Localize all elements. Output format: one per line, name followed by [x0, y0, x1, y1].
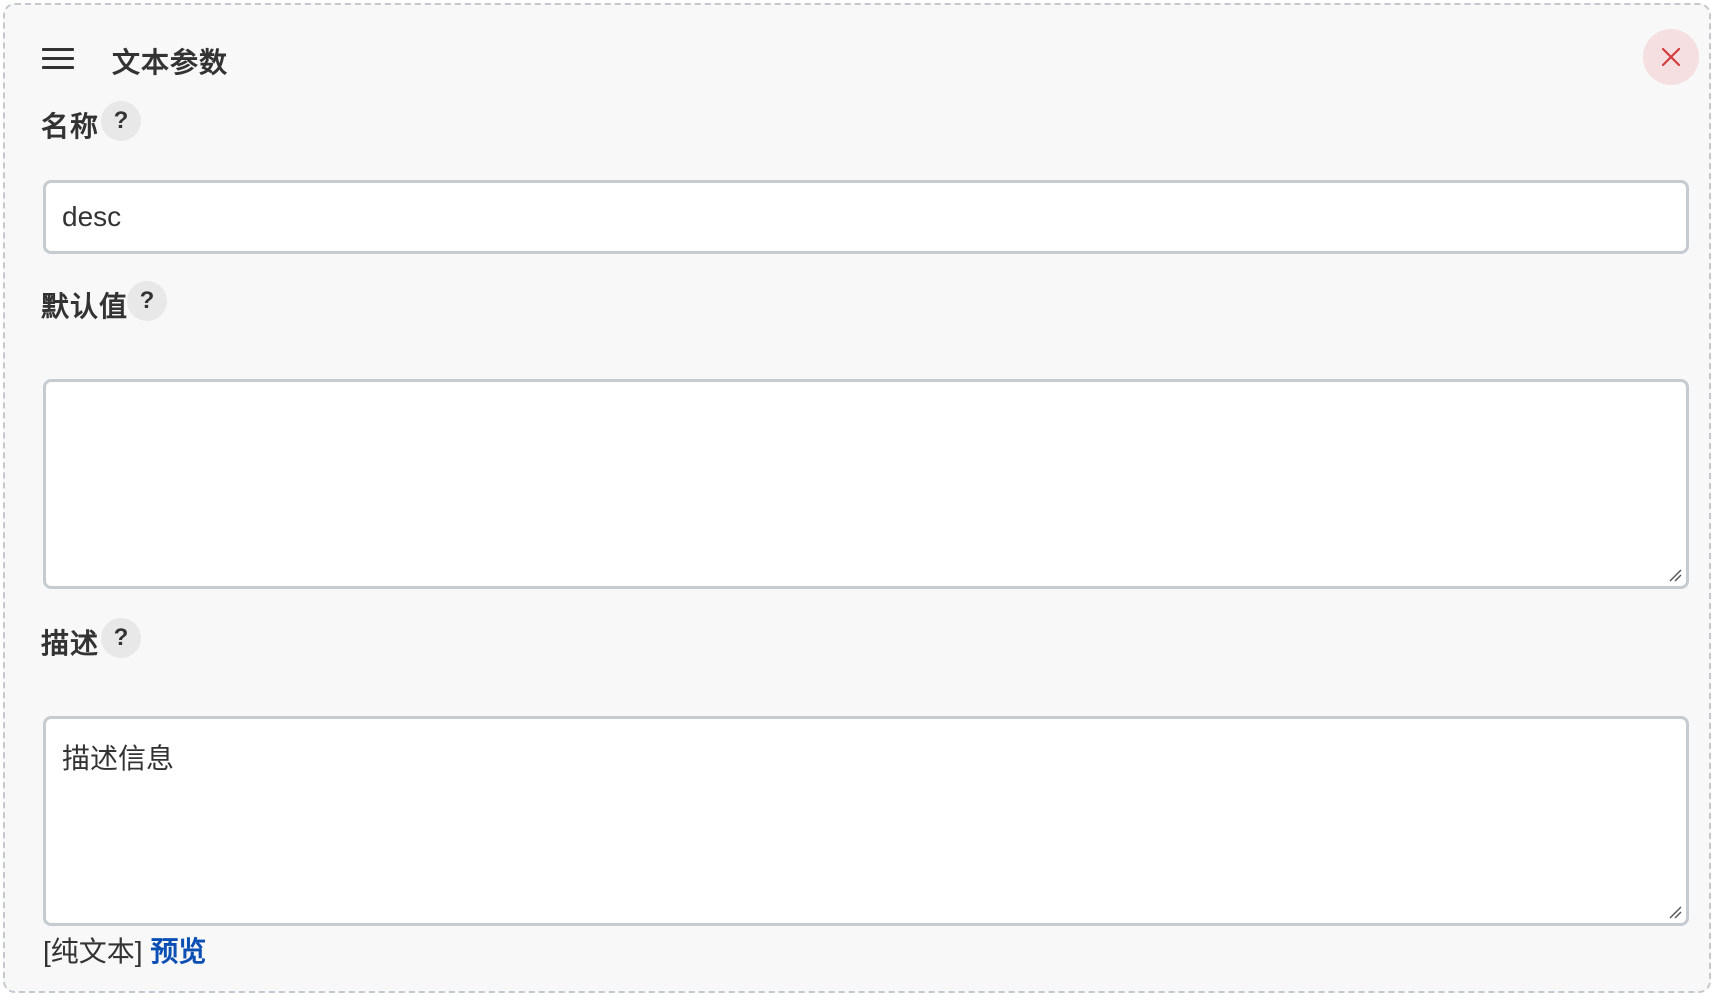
description-label: 描述 [41, 628, 100, 659]
panel-title: 文本参数 [112, 47, 229, 78]
default-value-label: 默认值 [41, 291, 129, 322]
close-x-icon [1662, 48, 1680, 66]
name-help-icon[interactable]: ? [101, 101, 141, 141]
resize-grip-icon[interactable] [1668, 905, 1682, 919]
default-value-help-icon[interactable]: ? [127, 281, 167, 321]
preview-link[interactable]: 预览 [150, 936, 206, 967]
close-button[interactable] [1643, 29, 1699, 85]
name-input[interactable]: desc [43, 180, 1689, 254]
name-label: 名称 [41, 111, 100, 142]
panel-header: 文本参数 [5, 5, 1709, 109]
format-label: [纯文本] [43, 936, 143, 967]
description-textarea[interactable]: 描述信息 [43, 716, 1689, 926]
description-help-icon[interactable]: ? [101, 618, 141, 658]
default-value-textarea[interactable] [43, 379, 1689, 589]
format-footer: [纯文本] 预览 [43, 930, 206, 970]
parameter-panel: 文本参数 名称 ? desc 默认值 ? 描述 ? 描述信息 [纯文本] 预览 [3, 3, 1711, 993]
resize-grip-icon[interactable] [1668, 568, 1682, 582]
hamburger-menu-icon[interactable] [42, 48, 78, 69]
description-text: 描述信息 [62, 743, 175, 774]
